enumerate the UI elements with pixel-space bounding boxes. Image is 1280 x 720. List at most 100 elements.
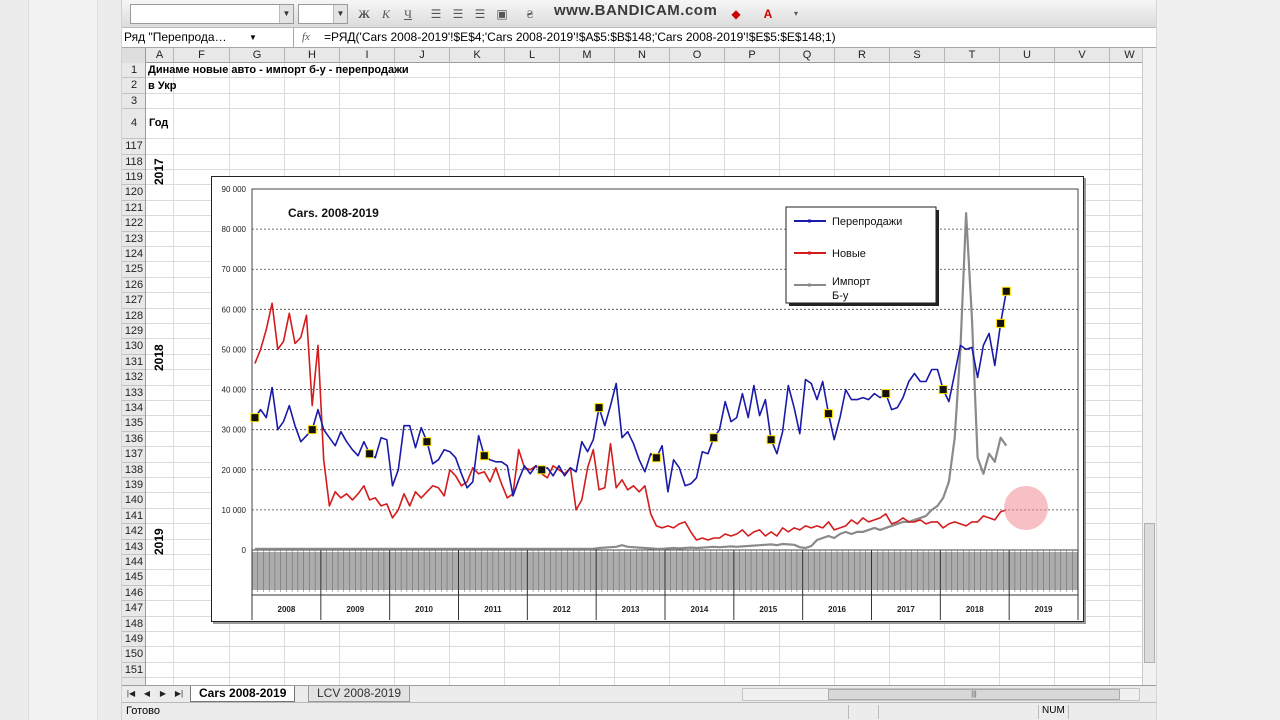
- underline-button[interactable]: Ч: [398, 5, 418, 23]
- row-header-130[interactable]: 130: [122, 339, 145, 355]
- column-header-j[interactable]: J: [395, 48, 450, 63]
- row-header-136[interactable]: 136: [122, 432, 145, 448]
- row-header-142[interactable]: 142: [122, 524, 145, 540]
- cell-year-header[interactable]: Год: [149, 117, 168, 129]
- select-all-corner[interactable]: [122, 48, 146, 63]
- row-header-144[interactable]: 144: [122, 555, 145, 571]
- font-size-combo[interactable]: ▼: [298, 4, 348, 24]
- last-sheet-icon[interactable]: ▶|: [172, 687, 186, 701]
- prev-sheet-icon[interactable]: ◀: [140, 687, 154, 701]
- column-header-k[interactable]: K: [450, 48, 505, 63]
- plot-area: [251, 188, 1079, 551]
- next-sheet-icon[interactable]: ▶: [156, 687, 170, 701]
- column-header-q[interactable]: Q: [780, 48, 835, 63]
- row-header-132[interactable]: 132: [122, 370, 145, 386]
- row-header-1[interactable]: 1: [122, 63, 145, 79]
- toolbar-options-icon[interactable]: ▾: [786, 5, 806, 23]
- font-color-icon[interactable]: A: [758, 5, 778, 23]
- row-header-4[interactable]: 4: [122, 109, 145, 140]
- row-header-149[interactable]: 149: [122, 632, 145, 648]
- row-header-141[interactable]: 141: [122, 509, 145, 525]
- formula-input[interactable]: =РЯД('Cars 2008-2019'!$E$4;'Cars 2008-20…: [324, 28, 836, 47]
- first-sheet-icon[interactable]: |◀: [124, 687, 138, 701]
- vertical-scroll-thumb[interactable]: [1144, 523, 1155, 663]
- cell-subtitle[interactable]: в Укр: [148, 80, 176, 92]
- row-header-138[interactable]: 138: [122, 463, 145, 478]
- row-header-140[interactable]: 140: [122, 493, 145, 509]
- column-header-r[interactable]: R: [835, 48, 890, 63]
- column-header-v[interactable]: V: [1055, 48, 1110, 63]
- row-header-151[interactable]: 151: [122, 663, 145, 679]
- row-header-2[interactable]: 2: [122, 78, 145, 94]
- italic-button[interactable]: К: [376, 5, 396, 23]
- row-header-121[interactable]: 121: [122, 201, 145, 217]
- row-header-122[interactable]: 122: [122, 216, 145, 232]
- row-header-129[interactable]: 129: [122, 324, 145, 340]
- chevron-down-icon[interactable]: ▼: [279, 5, 293, 23]
- row-header-3[interactable]: 3: [122, 94, 145, 110]
- row-header-123[interactable]: 123: [122, 232, 145, 247]
- row-header-148[interactable]: 148: [122, 617, 145, 632]
- vertical-scrollbar[interactable]: [1142, 48, 1156, 685]
- row-header-118[interactable]: 118: [122, 155, 145, 170]
- horizontal-scroll-thumb[interactable]: |||: [828, 689, 1120, 700]
- row-header-125[interactable]: 125: [122, 262, 145, 278]
- column-header-i[interactable]: I: [340, 48, 395, 63]
- selection-marker: [996, 318, 1006, 328]
- name-box[interactable]: Ряд "Перепрода…: [122, 28, 294, 47]
- align-right-icon[interactable]: ☰: [470, 5, 490, 23]
- fill-color-icon[interactable]: ◆: [726, 5, 746, 23]
- merge-cells-icon[interactable]: ▣: [492, 5, 512, 23]
- tab-cars-2008-2019[interactable]: Cars 2008-2019: [190, 686, 296, 702]
- column-header-f[interactable]: F: [174, 48, 230, 63]
- row-header-137[interactable]: 137: [122, 447, 145, 463]
- row-header-120[interactable]: 120: [122, 185, 145, 201]
- row-header-146[interactable]: 146: [122, 586, 145, 602]
- selection-marker: [307, 425, 317, 435]
- column-header-p[interactable]: P: [725, 48, 780, 63]
- chevron-down-icon[interactable]: ▼: [333, 5, 347, 23]
- row-header-143[interactable]: 143: [122, 540, 145, 555]
- row-header-124[interactable]: 124: [122, 247, 145, 263]
- row-header-139[interactable]: 139: [122, 478, 145, 494]
- row-header-145[interactable]: 145: [122, 570, 145, 586]
- row-header-133[interactable]: 133: [122, 386, 145, 401]
- row-header-127[interactable]: 127: [122, 293, 145, 309]
- row-header-126[interactable]: 126: [122, 278, 145, 294]
- column-header-g[interactable]: G: [230, 48, 285, 63]
- row-header-150[interactable]: 150: [122, 647, 145, 663]
- align-left-icon[interactable]: ☰: [426, 5, 446, 23]
- x-year-label: 2018: [966, 605, 984, 614]
- row-header-147[interactable]: 147: [122, 601, 145, 617]
- column-header-u[interactable]: U: [1000, 48, 1055, 63]
- chevron-down-icon[interactable]: ▼: [246, 28, 260, 47]
- row-header-117[interactable]: 117: [122, 139, 145, 155]
- selection-marker: [709, 433, 719, 443]
- column-header-o[interactable]: O: [670, 48, 725, 63]
- column-header-m[interactable]: M: [560, 48, 615, 63]
- worksheet-grid[interactable]: Динаме новые авто - импорт б-у - перепро…: [146, 63, 1142, 685]
- chart-area[interactable]: 0 10 000 20 000 30 000 40 000 50 000 60 000 70 …: [211, 176, 1084, 622]
- tab-lcv-2008-2019[interactable]: LCV 2008-2019: [308, 686, 411, 702]
- column-header-s[interactable]: S: [890, 48, 945, 63]
- row-header-135[interactable]: 135: [122, 416, 145, 432]
- y-tick-label: 70 000: [222, 265, 247, 274]
- column-header-t[interactable]: T: [945, 48, 1000, 63]
- font-name-combo[interactable]: ▼: [130, 4, 294, 24]
- horizontal-scrollbar[interactable]: |||: [742, 688, 1140, 701]
- line-chart[interactable]: 0 10 000 20 000 30 000 40 000 50 000 60 000 70 …: [212, 177, 1085, 623]
- row-header-131[interactable]: 131: [122, 355, 145, 371]
- column-header-l[interactable]: L: [505, 48, 560, 63]
- column-header-n[interactable]: N: [615, 48, 670, 63]
- currency-icon[interactable]: ₴: [520, 5, 540, 23]
- row-header-128[interactable]: 128: [122, 309, 145, 324]
- x-year-label: 2017: [897, 605, 915, 614]
- align-center-icon[interactable]: ☰: [448, 5, 468, 23]
- bold-button[interactable]: Ж: [354, 5, 374, 23]
- row-header-134[interactable]: 134: [122, 401, 145, 417]
- fx-icon[interactable]: fx: [302, 28, 318, 47]
- column-header-a[interactable]: A: [146, 48, 174, 63]
- row-header-119[interactable]: 119: [122, 170, 145, 186]
- cell-title[interactable]: Динаме новые авто - импорт б-у - перепро…: [148, 64, 409, 76]
- column-header-h[interactable]: H: [285, 48, 340, 63]
